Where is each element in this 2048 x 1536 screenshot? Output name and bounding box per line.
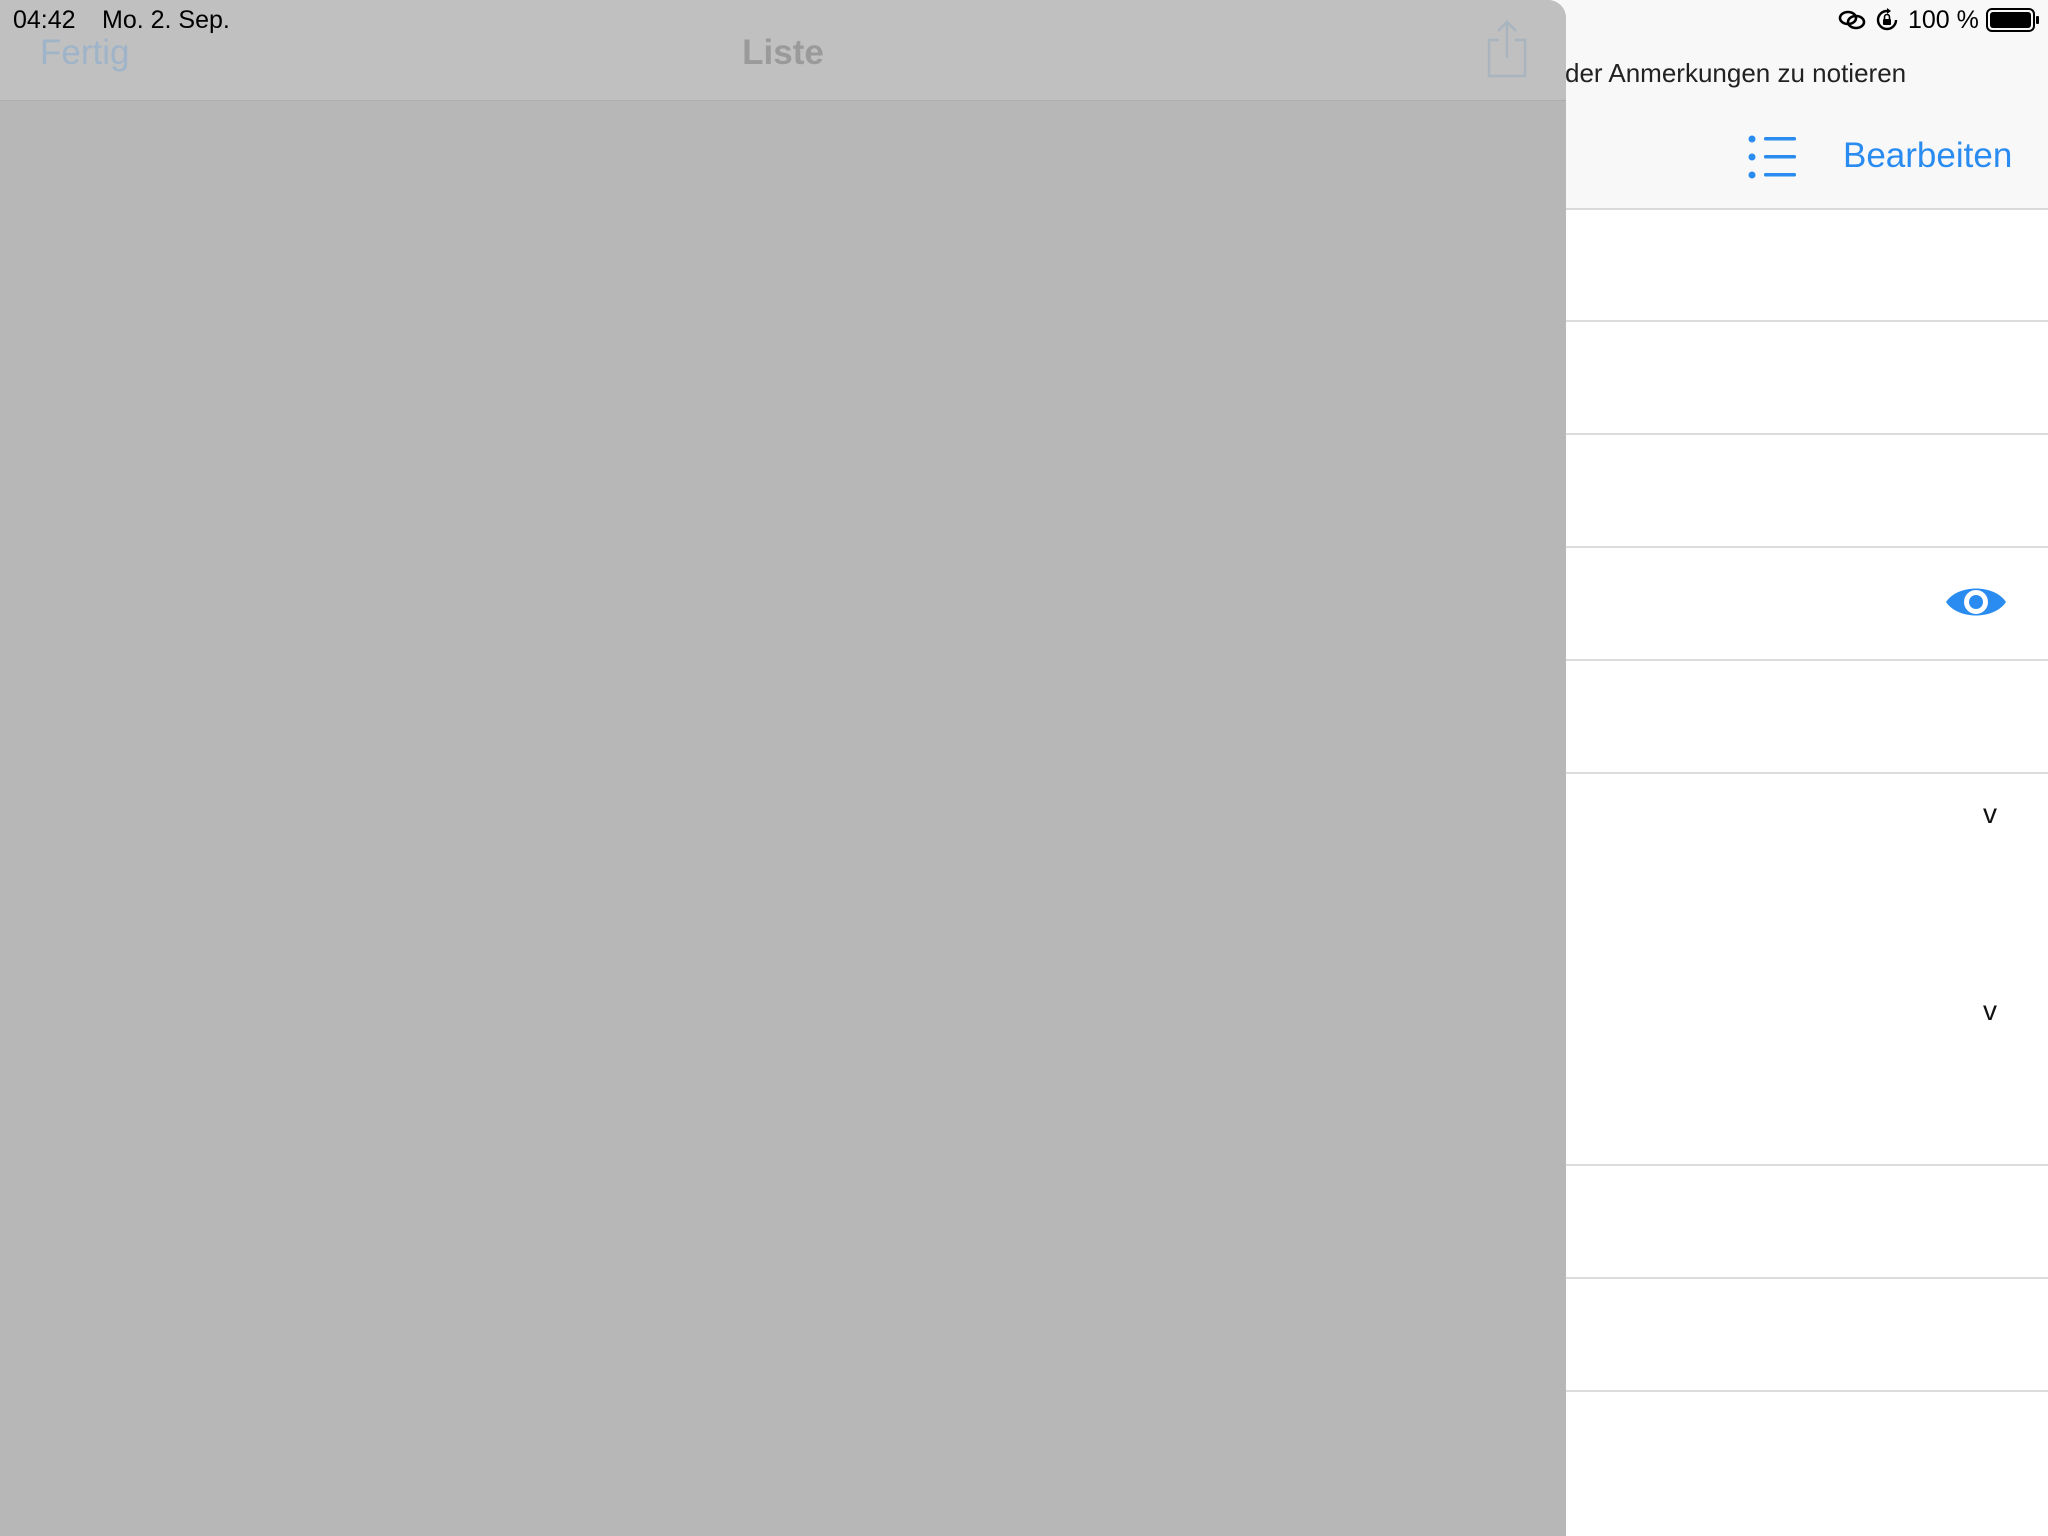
row-accessory-v[interactable]: v	[1983, 798, 1997, 830]
status-bar: 04:42 Mo. 2. Sep. 100 %	[0, 0, 2048, 40]
modal-sheet: Fertig Liste	[0, 0, 1566, 1536]
battery-percent: 100 %	[1908, 6, 1979, 34]
row-divider	[1566, 1277, 2048, 1279]
edit-button[interactable]: Bearbeiten	[1843, 136, 2012, 176]
row-accessory-v[interactable]: v	[1983, 995, 1997, 1027]
row-divider	[1566, 1390, 2048, 1392]
row-divider	[1566, 1164, 2048, 1166]
header-subtitle: der Anmerkungen zu notieren	[1565, 58, 1907, 88]
status-date: Mo. 2. Sep.	[102, 6, 230, 34]
row-divider	[1566, 772, 2048, 774]
orientation-lock-icon	[1876, 8, 1898, 31]
battery-icon	[1986, 8, 2039, 32]
status-time: 04:42	[13, 6, 76, 34]
row-divider	[1566, 659, 2048, 661]
eye-icon[interactable]	[1944, 578, 2008, 626]
row-divider	[1566, 433, 2048, 435]
link-icon	[1838, 10, 1866, 30]
row-divider	[1566, 320, 2048, 322]
row-divider	[1566, 546, 2048, 548]
list-icon[interactable]	[1748, 134, 1798, 180]
